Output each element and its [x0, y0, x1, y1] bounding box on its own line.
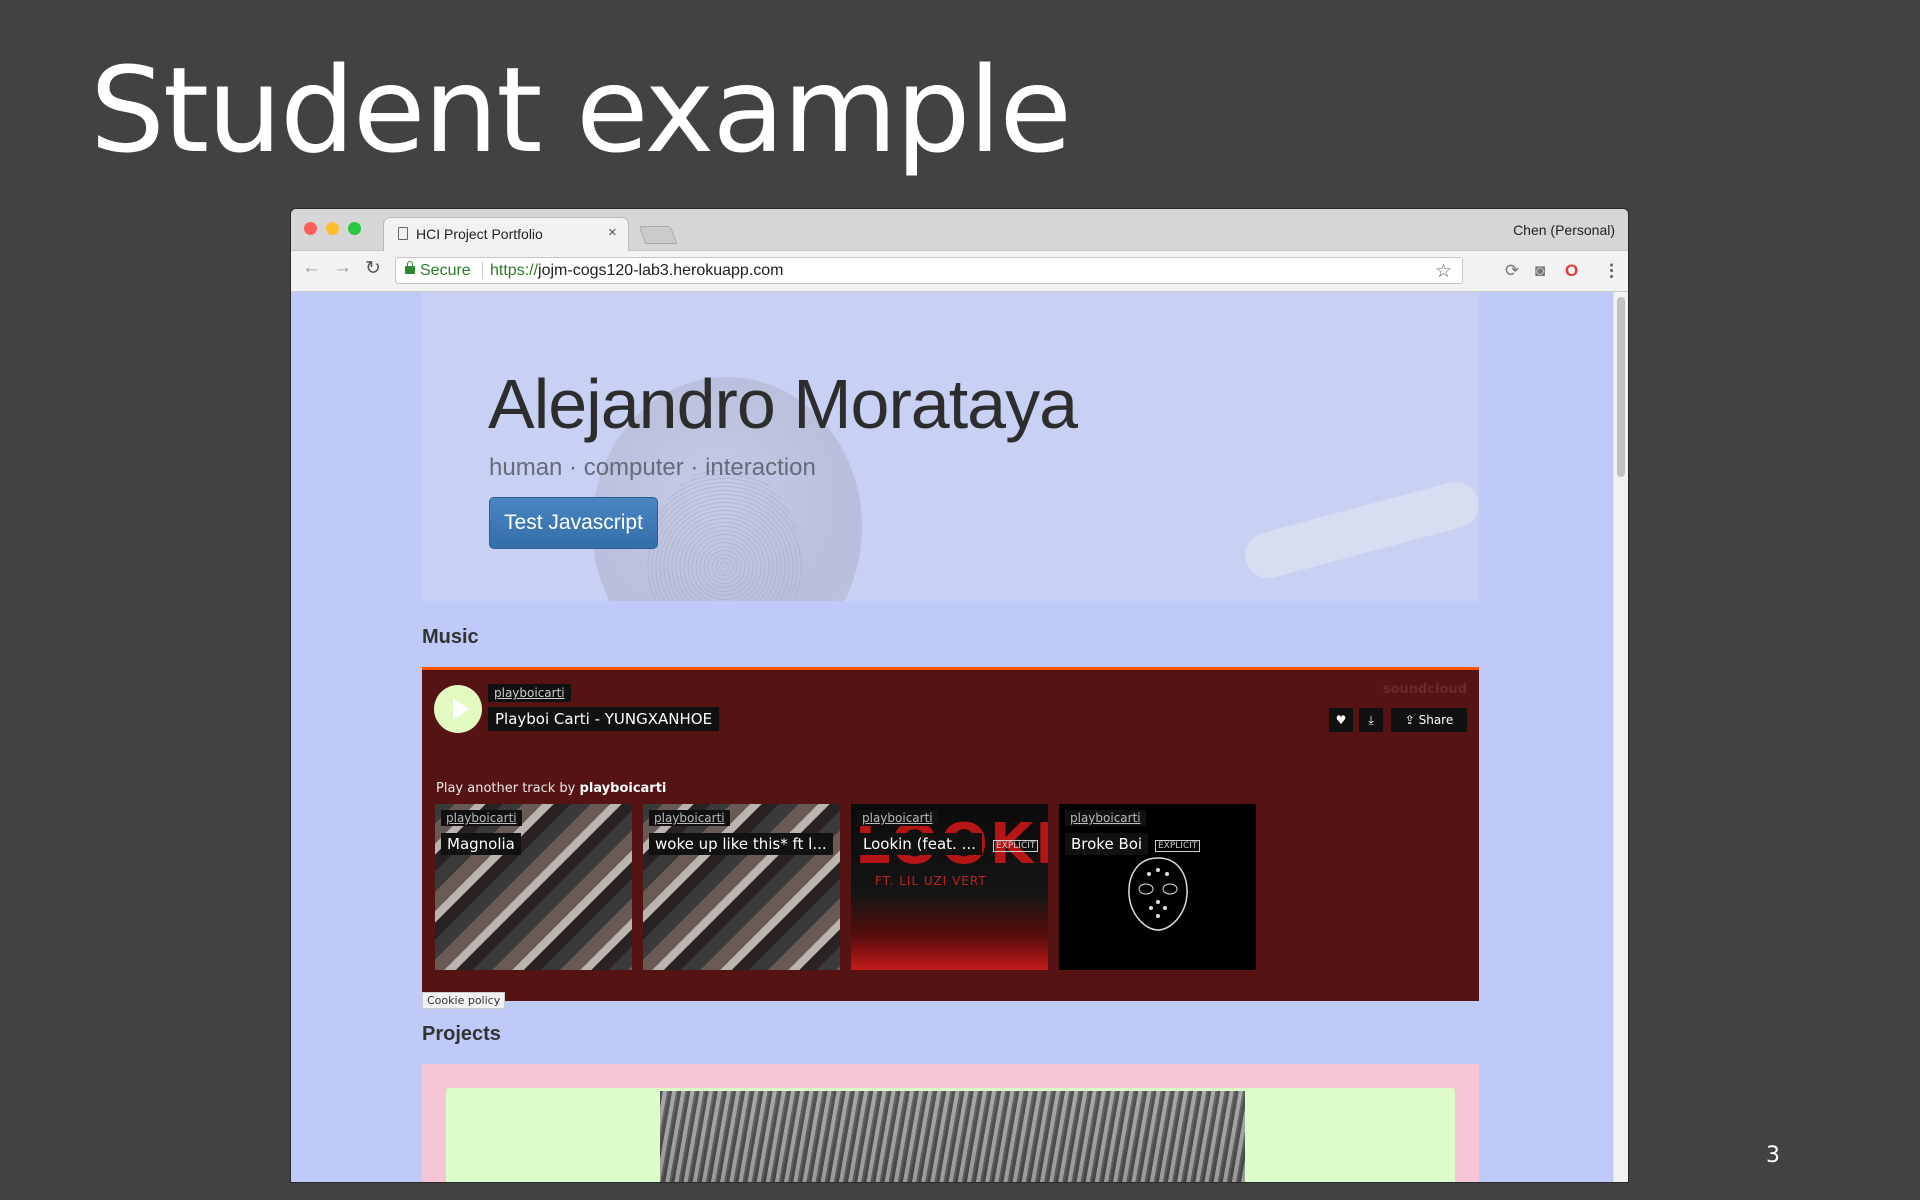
music-heading: Music [422, 626, 479, 648]
track-card[interactable]: playboicarti Broke Boi EXPLICIT [1059, 804, 1256, 970]
close-window-button[interactable] [304, 222, 317, 235]
opera-extension-icon[interactable]: O [1565, 261, 1578, 281]
project-image-texture [660, 1091, 1245, 1182]
card-title[interactable]: Magnolia [441, 833, 521, 855]
card-title[interactable]: woke up like this* ft l... [649, 833, 833, 855]
page-viewport: Alejandro Morataya human · computer · in… [291, 292, 1613, 1182]
projects-heading: Projects [422, 1023, 501, 1045]
hero-name: Alejandro Morataya [488, 365, 1078, 443]
cookie-policy-link[interactable]: Cookie policy [422, 992, 506, 1009]
play-another-label: Play another track by playboicarti [436, 781, 666, 796]
browser-tab[interactable]: HCI Project Portfolio × [383, 217, 629, 251]
forward-icon[interactable]: → [333, 257, 352, 279]
lock-icon [405, 261, 415, 274]
minimize-window-button[interactable] [326, 222, 339, 235]
share-label: Share [1418, 713, 1454, 727]
camera-extension-icon[interactable]: ◙ [1535, 261, 1545, 281]
card-user-link[interactable]: playboicarti [649, 810, 730, 826]
track-card[interactable]: playboicarti Magnolia [435, 804, 632, 970]
address-separator [482, 262, 483, 279]
project-image[interactable] [660, 1091, 1245, 1182]
play-another-prefix: Play another track by [436, 781, 576, 796]
soundcloud-player: playboicarti Playboi Carti - YUNGXANHOE … [422, 667, 1479, 1009]
project-card[interactable] [446, 1088, 1455, 1182]
album-art-subtext: FT. LIL UZI VERT [875, 874, 987, 888]
track-title[interactable]: Playboi Carti - YUNGXANHOE [488, 707, 720, 731]
url-scheme: https:// [490, 262, 539, 279]
share-icon: ⇪ [1404, 713, 1419, 727]
reload-icon[interactable]: ↻ [365, 257, 381, 280]
browser-toolbar: ← → ↻ Secure https://jojm-cogs120-lab3.h… [291, 251, 1628, 292]
new-tab-button[interactable] [638, 226, 678, 244]
download-button[interactable]: ⤓ [1359, 708, 1383, 732]
card-user-link[interactable]: playboicarti [441, 810, 522, 826]
hero-jumbotron: Alejandro Morataya human · computer · in… [422, 292, 1479, 601]
hockey-mask-art [1128, 857, 1188, 931]
card-user-link[interactable]: playboicarti [1065, 810, 1146, 826]
menu-icon[interactable]: ⋮ [1603, 261, 1620, 281]
track-card[interactable]: playboicarti woke up like this* ft l... [643, 804, 840, 970]
address-bar[interactable]: Secure https://jojm-cogs120-lab3.herokua… [395, 257, 1463, 284]
url-host: jojm-cogs120-lab3.herokuapp.com [538, 262, 784, 279]
scrollbar-thumb[interactable] [1617, 297, 1625, 477]
projects-section [422, 1064, 1479, 1182]
secure-label: Secure [420, 262, 471, 279]
like-button[interactable]: ♥ [1329, 708, 1353, 732]
album-art [643, 804, 840, 970]
play-button[interactable] [434, 685, 482, 733]
browser-window: HCI Project Portfolio × Chen (Personal) … [291, 209, 1628, 1182]
card-user-link[interactable]: playboicarti [857, 810, 938, 826]
sync-extension-icon[interactable]: ⟳ [1505, 261, 1519, 281]
slide-page-number: 3 [1766, 1143, 1780, 1168]
play-another-user[interactable]: playboicarti [580, 781, 667, 796]
card-title[interactable]: Lookin (feat. ... [857, 833, 982, 855]
album-art [435, 804, 632, 970]
url-text[interactable]: https://jojm-cogs120-lab3.herokuapp.com [490, 262, 784, 280]
test-javascript-button[interactable]: Test Javascript [489, 497, 658, 549]
slide-title: Student example [90, 41, 1072, 179]
page-icon [398, 227, 408, 240]
back-icon[interactable]: ← [302, 257, 321, 279]
vertical-scrollbar[interactable] [1613, 292, 1628, 1182]
tab-close-icon[interactable]: × [608, 224, 617, 241]
card-title[interactable]: Broke Boi [1065, 833, 1149, 855]
explicit-badge: EXPLICIT [1155, 840, 1201, 852]
soundcloud-logo[interactable]: soundcloud [1383, 682, 1467, 697]
share-button[interactable]: ⇪ Share [1391, 708, 1467, 732]
bookmark-star-icon[interactable]: ☆ [1435, 260, 1452, 283]
earbud-cable [1240, 476, 1479, 584]
title-bar: HCI Project Portfolio × Chen (Personal) [291, 209, 1628, 251]
track-card[interactable]: LOOKIN FT. LIL UZI VERT playboicarti Loo… [851, 804, 1048, 970]
profile-name[interactable]: Chen (Personal) [1513, 222, 1615, 238]
tab-title: HCI Project Portfolio [416, 226, 543, 242]
track-user-link[interactable]: playboicarti [488, 684, 571, 702]
hero-subtitle: human · computer · interaction [489, 454, 816, 481]
explicit-badge: EXPLICIT [993, 840, 1039, 852]
zoom-window-button[interactable] [348, 222, 361, 235]
